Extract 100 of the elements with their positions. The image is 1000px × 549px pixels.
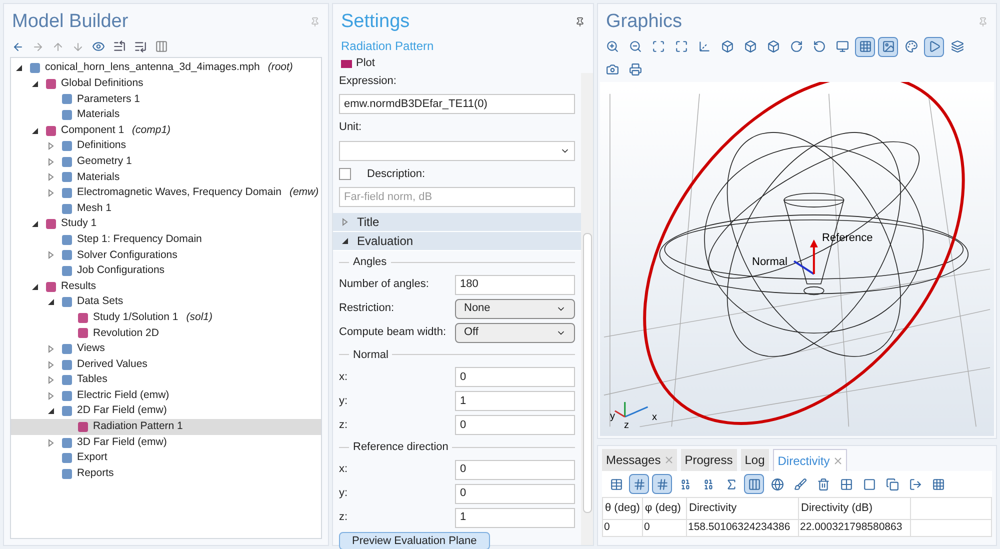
column-header[interactable]: φ (deg) <box>643 498 687 519</box>
grid-icon[interactable] <box>855 36 875 56</box>
tree-item[interactable]: Parameters 1 <box>11 92 321 108</box>
table-cell: 158.50106324234386 <box>687 520 799 536</box>
columns-icon[interactable] <box>155 40 168 53</box>
pin-icon[interactable] <box>575 17 585 28</box>
node-icon <box>61 249 73 262</box>
panel-title: Graphics <box>606 10 682 34</box>
panel-tab[interactable]: Log <box>740 449 769 471</box>
expression-field[interactable]: emw.normdB3DEfar_TE11(0) <box>339 94 575 114</box>
tree-item[interactable]: Materials <box>11 107 321 123</box>
collapse-icon[interactable] <box>113 40 126 53</box>
tree-item[interactable]: 2D Far Field (emw) <box>11 404 321 420</box>
node-icon <box>61 265 73 278</box>
node-icon <box>29 62 41 74</box>
text-field[interactable]: 0 <box>455 460 575 480</box>
tree-item[interactable]: Global Definitions <box>11 76 321 92</box>
panel-tab[interactable]: Progress <box>680 449 737 471</box>
node-icon <box>61 342 73 355</box>
panel-tab[interactable]: Messages <box>602 449 677 471</box>
node-icon <box>61 358 73 371</box>
panel-title: Model Builder <box>12 10 128 34</box>
tree-item[interactable]: Reports <box>11 466 321 482</box>
text-field[interactable]: 1 <box>455 391 575 411</box>
node-icon <box>61 93 73 106</box>
text-field[interactable]: 1 <box>455 508 575 528</box>
expanded-arrow-icon[interactable] <box>47 407 55 416</box>
tree-item[interactable]: Electric Field (emw) <box>11 388 321 404</box>
tree-item[interactable]: Study 1 <box>11 216 321 232</box>
field-label: x: <box>339 370 349 385</box>
column-header[interactable]: Directivity (dB) <box>799 498 911 519</box>
axis-label: x <box>652 410 657 424</box>
node-icon <box>61 390 73 402</box>
tree-item[interactable]: Step 1: Frequency Domain <box>11 232 321 248</box>
text-field[interactable]: 0 <box>455 415 575 435</box>
tree-item[interactable]: Materials <box>11 170 321 186</box>
node-icon <box>45 280 57 293</box>
tree-item[interactable]: Definitions <box>11 138 321 154</box>
field-label: Compute beam width: <box>339 325 447 340</box>
text-field[interactable]: 0 <box>455 367 575 387</box>
number-format-icon[interactable] <box>629 474 649 494</box>
panel-tab[interactable]: Directivity <box>772 449 847 471</box>
collapsed-arrow-icon[interactable] <box>47 438 55 447</box>
axis-label: z <box>624 418 629 432</box>
tree-item[interactable]: Solver Configurations <box>11 248 321 264</box>
node-icon <box>77 420 89 433</box>
field-label: Description: <box>367 166 426 182</box>
node-icon <box>45 78 57 90</box>
dropdown[interactable]: Off <box>455 322 575 342</box>
columns-icon[interactable] <box>744 474 764 494</box>
eye-icon[interactable] <box>92 40 105 53</box>
section-header[interactable]: Title <box>333 213 581 232</box>
preview-button[interactable]: Preview Evaluation Plane <box>339 532 490 549</box>
scene-icon[interactable] <box>878 36 898 56</box>
tree-item[interactable]: Study 1/Solution 1 (sol1) <box>11 310 321 326</box>
expanded-arrow-icon[interactable] <box>341 237 349 245</box>
tree-item[interactable]: Tables <box>11 372 321 388</box>
axis-triad-icon <box>614 402 648 417</box>
collapsed-arrow-icon[interactable] <box>341 218 349 226</box>
tree-item[interactable]: Radiation Pattern 1 <box>11 419 321 435</box>
tree-item[interactable]: Views <box>11 341 321 357</box>
tree-item[interactable]: Results <box>11 278 321 294</box>
expanded-arrow-icon[interactable] <box>31 126 39 135</box>
tree-item[interactable]: Derived Values <box>11 356 321 372</box>
expanded-arrow-icon[interactable] <box>31 220 39 228</box>
panel-title: Settings <box>341 10 410 34</box>
field-label: z: <box>339 418 349 433</box>
node-icon <box>61 171 73 184</box>
tree-item[interactable]: Revolution 2D <box>11 326 321 342</box>
field-label: z: <box>339 510 349 526</box>
node-icon <box>61 405 73 418</box>
back-icon[interactable] <box>12 40 24 52</box>
node-icon <box>61 187 73 200</box>
expand-icon[interactable] <box>134 40 147 53</box>
tree-item[interactable]: Geometry 1 <box>11 154 321 170</box>
scrollbar[interactable] <box>581 72 593 545</box>
column-header[interactable]: Directivity <box>687 498 799 519</box>
text-field[interactable]: 180 <box>455 274 575 294</box>
field-label: Expression: <box>339 74 398 88</box>
tree-item[interactable]: conical_horn_lens_antenna_3d_4images.mph (root) <box>11 60 321 76</box>
tree-item[interactable]: Mesh 1 <box>11 200 321 216</box>
column-header[interactable]: θ (deg) <box>603 498 643 519</box>
plot-button[interactable]: Plot <box>356 55 375 72</box>
tree-item[interactable]: Export <box>11 450 321 466</box>
node-icon <box>61 436 73 449</box>
tree-item[interactable]: Data Sets <box>11 294 321 310</box>
field-label: Number of angles: <box>339 277 430 292</box>
field-label: Restriction: <box>339 301 396 316</box>
tree-item[interactable]: 3D Far Field (emw) <box>11 434 321 450</box>
node-icon <box>61 234 73 246</box>
tree-item[interactable]: Electromagnetic Waves, Frequency Domain (emw) <box>11 185 321 201</box>
dropdown[interactable]: None <box>455 298 575 318</box>
collapsed-arrow-icon[interactable] <box>47 251 55 260</box>
text-field[interactable]: 0 <box>455 484 575 504</box>
node-icon <box>61 140 73 152</box>
node-icon <box>61 468 73 480</box>
tree-item[interactable]: Job Configurations <box>11 263 321 279</box>
section-header[interactable]: Evaluation <box>333 232 581 251</box>
node-icon <box>61 452 73 464</box>
tree-item[interactable]: Component 1 (comp1) <box>11 122 321 138</box>
